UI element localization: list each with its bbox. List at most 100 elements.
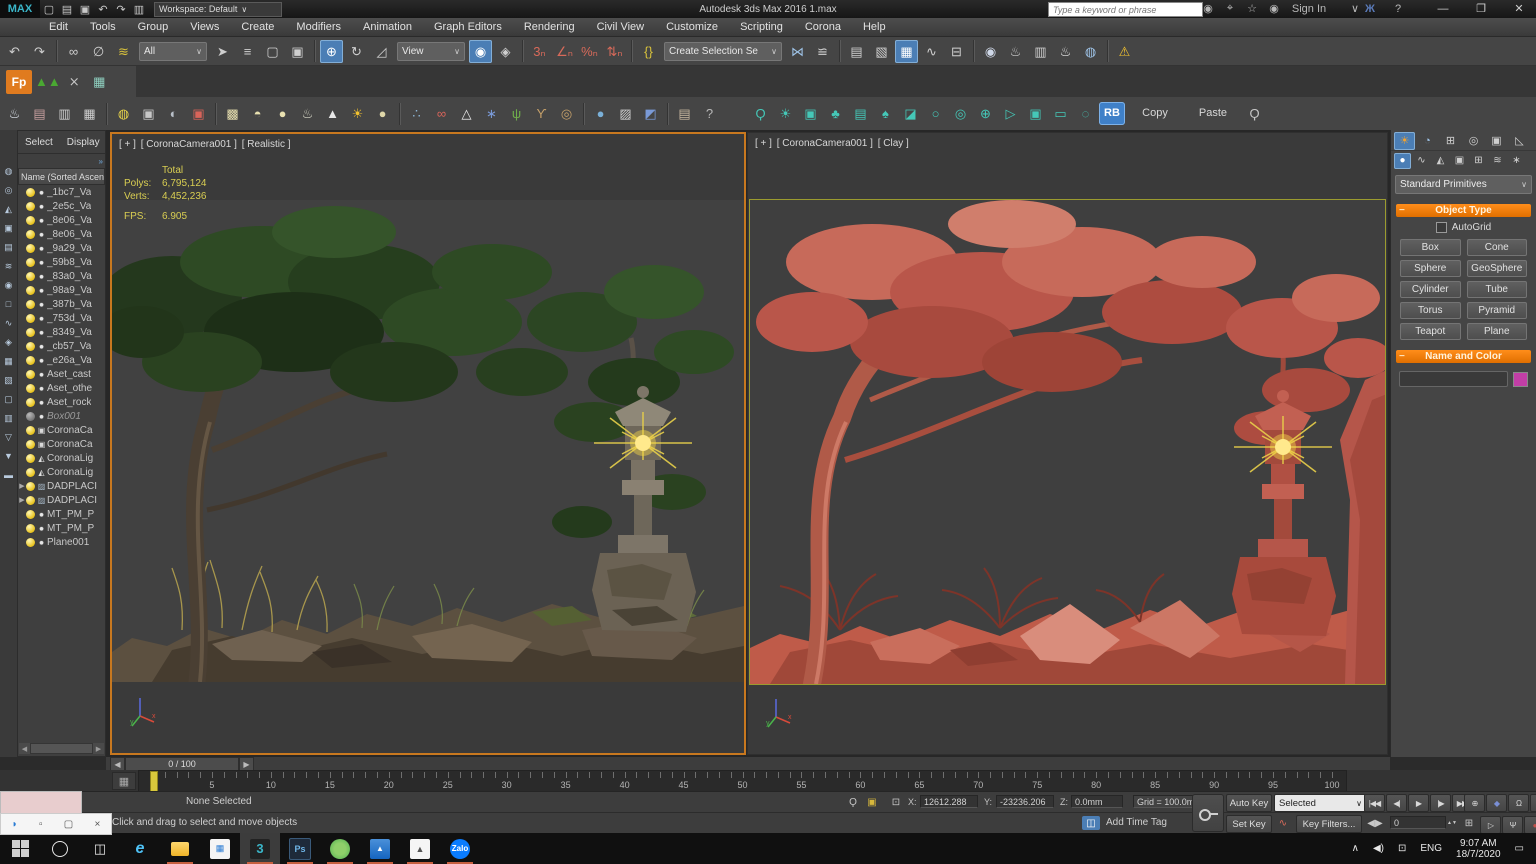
viewport-menu-plus[interactable]: [ + ] [755,138,772,149]
workspace-select[interactable]: Workspace: Default∨ [154,2,282,17]
communication-icon[interactable]: ⌖ [1220,1,1240,16]
menu-create[interactable]: Create [230,18,285,36]
layer-manager-icon[interactable]: ▤ [845,40,868,63]
explorer-row[interactable]: ▶CoronaCa [18,437,105,451]
explorer-tool-icon[interactable]: ▦ [1,354,16,369]
render-iterative-icon[interactable]: ◍ [1079,40,1102,63]
redo-icon[interactable]: ↷ [28,40,51,63]
explorer-tool-icon[interactable]: ◭ [1,202,16,217]
explorer-row[interactable]: ▶Aset_cast [18,367,105,381]
explorer-row[interactable]: ▶DADPLACI [18,493,105,507]
sphere-light-icon[interactable]: ● [271,102,294,125]
explorer-column-header[interactable]: Name (Sorted Ascen [18,168,105,185]
explorer-row[interactable]: ▶_8e06_Va [18,227,105,241]
corona-tree-icon[interactable]: ♠ [874,102,897,125]
explorer-row[interactable]: ▶MT_PM_P [18,521,105,535]
visibility-bulb-icon[interactable] [26,496,35,505]
explorer-tool-icon[interactable]: ▣ [1,221,16,236]
curve-editor-icon[interactable]: ∿ [920,40,943,63]
create-shapes-icon[interactable]: ∿ [1413,153,1430,169]
visibility-bulb-icon[interactable] [26,524,35,533]
scrollbar-thumb[interactable] [31,744,92,753]
volume-icon[interactable]: ◀) [1373,843,1384,854]
primitive-category-select[interactable]: Standard Primitives ∨ [1395,175,1532,194]
edit-named-selections-icon[interactable]: {} [637,40,660,63]
popup-restore-icon[interactable]: ▫ [39,819,43,830]
explorer-row[interactable]: ▶Plane001 [18,535,105,549]
notification-center-icon[interactable]: ▭ [1515,843,1524,854]
help-icon[interactable]: ? [1388,1,1408,16]
explorer-tool-icon[interactable]: ◈ [1,335,16,350]
absolute-mode-icon[interactable]: ⊡ [886,795,906,809]
schematic-view-icon[interactable]: ⊟ [945,40,968,63]
time-tag-icon[interactable]: ◫ [1082,816,1100,830]
corona-cam-red-icon[interactable]: ▣ [187,102,210,125]
select-manipulate-icon[interactable]: ◈ [494,40,517,63]
forest-pack-icon[interactable]: Fp [6,70,32,94]
corona-trees-icon[interactable]: ♣ [824,102,847,125]
explorer-row[interactable]: ▶_83a0_Va [18,269,105,283]
explorer-row[interactable]: ▶_8349_Va [18,325,105,339]
new-file-icon[interactable]: ▢ [40,2,58,16]
spinner-snap-icon[interactable]: ⇅ₙ [603,40,626,63]
menu-group[interactable]: Group [127,18,180,36]
next-key-icon[interactable]: ▶ [239,757,254,771]
explorer-row[interactable]: ▶_9a29_Va [18,241,105,255]
menu-animation[interactable]: Animation [352,18,423,36]
select-by-name-icon[interactable]: ≡ [236,40,259,63]
scatter-icon[interactable]: ∴ [405,102,428,125]
explorer-row[interactable]: ▶CoronaCa [18,423,105,437]
visibility-bulb-icon[interactable] [26,398,35,407]
time-slider[interactable]: ◀ 0 / 100 ▶ [110,757,254,769]
search-icon[interactable]: ◉ [1198,1,1218,16]
viewport-menu-camera[interactable]: [ CoronaCamera001 ] [777,138,873,149]
viewport-clay[interactable]: [ + ] [ CoronaCamera001 ] [ Clay ] [747,132,1388,755]
undo-icon[interactable]: ↶ [3,40,26,63]
create-tube-button[interactable]: Tube [1467,281,1528,298]
headphones-icon[interactable]: Ω [1508,794,1529,812]
previous-key-icon[interactable]: ◀ [110,757,125,771]
menu-civil-view[interactable]: Civil View [586,18,655,36]
explorer-row[interactable]: ▶_98a9_Va [18,283,105,297]
selection-filter-select[interactable]: All∨ [139,42,207,61]
taskbar-gom-player[interactable] [320,833,360,864]
lister-grid-icon[interactable]: ▦ [88,70,111,93]
menu-modifiers[interactable]: Modifiers [285,18,352,36]
scene-explorer-toggle-icon[interactable]: ▦ [895,40,918,63]
mini-popup-window[interactable]: ◗ ▫ ▢ × [0,791,110,833]
visibility-bulb-icon[interactable] [26,258,35,267]
visibility-bulb-icon[interactable] [26,482,35,491]
corona-sun2-icon[interactable]: ☀ [774,102,797,125]
visibility-bulb-icon[interactable] [26,342,35,351]
corona-cam-add-icon[interactable]: ▣ [1024,102,1047,125]
x-coordinate-field[interactable]: 12612.288 [920,795,978,808]
explorer-tool-icon[interactable]: ≋ [1,259,16,274]
render-lister-icon[interactable]: ▦ [78,102,101,125]
autogrid-checkbox[interactable] [1436,222,1447,233]
select-object-icon[interactable]: ➤ [211,40,234,63]
warning-icon[interactable]: ⚠ [1113,40,1136,63]
visibility-bulb-icon[interactable] [26,426,35,435]
explorer-tool-icon[interactable]: ▼ [1,449,16,464]
teapot-create-icon[interactable]: ♨ [296,102,319,125]
create-teapot-button[interactable]: Teapot [1400,323,1461,340]
reference-coordinate-select[interactable]: View∨ [397,42,465,61]
language-indicator[interactable]: ENG [1420,843,1442,854]
favorites-star-icon[interactable]: ☆ [1242,1,1262,16]
visibility-bulb-icon[interactable] [26,328,35,337]
explorer-row[interactable]: ▶MT_PM_P [18,507,105,521]
forest-trees-icon[interactable]: ▲▲ [35,70,61,93]
set-key-button[interactable]: Set Key [1226,815,1272,833]
material-browser-icon[interactable]: ▤ [28,102,51,125]
tab-display-icon[interactable]: ▣ [1486,132,1507,150]
visibility-bulb-icon[interactable] [26,412,35,421]
mini-curve-editor-icon[interactable]: ▦ [112,772,136,790]
menu-scripting[interactable]: Scripting [729,18,794,36]
app-logo[interactable]: MAX [0,0,40,18]
scroll-left-icon[interactable]: ◀ [19,743,30,754]
explorer-row[interactable]: ▶_387b_Va [18,297,105,311]
taskbar-3dsmax[interactable]: 3 [240,833,280,864]
explorer-row[interactable]: ▶_1bc7_Va [18,185,105,199]
viewport-menu-mode[interactable]: [ Realistic ] [242,139,291,150]
help-icon[interactable]: ? [698,102,721,125]
